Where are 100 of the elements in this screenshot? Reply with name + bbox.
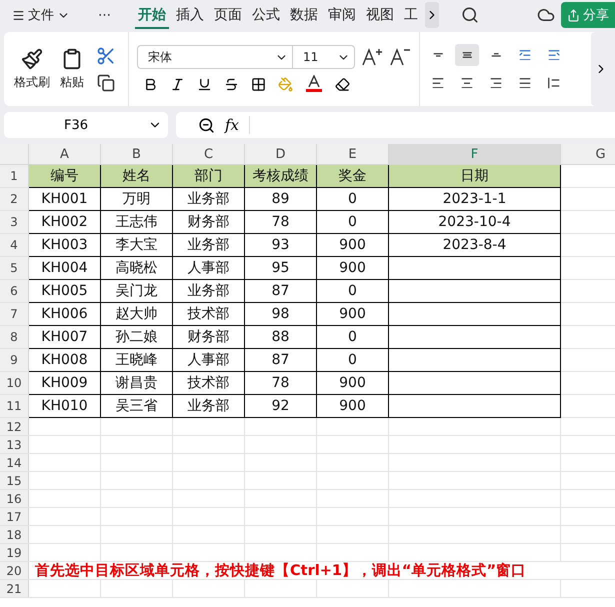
- paintbrush-icon: [21, 48, 43, 70]
- column-header[interactable]: D: [245, 144, 317, 164]
- formula-field[interactable]: fx: [176, 112, 615, 138]
- italic-icon[interactable]: [170, 76, 185, 92]
- header-cell: 编号: [29, 165, 101, 188]
- fill-color-icon[interactable]: [278, 76, 293, 92]
- row-number: 19: [0, 544, 29, 561]
- row-number: 7: [0, 303, 29, 325]
- strikethrough-icon[interactable]: [224, 76, 239, 92]
- bold-icon[interactable]: [143, 76, 158, 92]
- name-box[interactable]: F36: [4, 112, 168, 138]
- table-cell: 0: [317, 326, 389, 349]
- ribbon-tab[interactable]: 审阅: [325, 2, 359, 28]
- align-indent-icon: [548, 50, 560, 60]
- table-cell: 吴三省: [101, 395, 173, 418]
- header-cell: 考核成绩: [245, 165, 317, 188]
- table-cell: 技术部: [173, 372, 245, 395]
- table-cell: 900: [317, 234, 389, 257]
- table-cell: KH009: [29, 372, 101, 395]
- ribbon-tab[interactable]: 视图: [363, 2, 397, 28]
- table-cell: 业务部: [173, 280, 245, 303]
- table-cell: 78: [245, 372, 317, 395]
- table-cell: 0: [317, 211, 389, 234]
- table-cell: 王志伟: [101, 211, 173, 234]
- search-icon: [461, 6, 479, 24]
- row-number: 12: [0, 418, 29, 435]
- cloud-icon: [537, 6, 555, 24]
- table-cell: 2023-1-1: [389, 188, 561, 211]
- row-number: 8: [0, 326, 29, 348]
- font-color-icon[interactable]: [305, 75, 323, 93]
- row-number: 2: [0, 188, 29, 210]
- table-cell: 92: [245, 395, 317, 418]
- ribbon-tab[interactable]: 插入: [173, 2, 207, 28]
- row-number: 11: [0, 395, 29, 417]
- borders-icon[interactable]: [251, 76, 266, 92]
- table-cell: 高晓松: [101, 257, 173, 280]
- row-number: 9: [0, 349, 29, 371]
- scissors-icon: [96, 46, 116, 66]
- table-cell: 0: [317, 188, 389, 211]
- row-number: 1: [0, 165, 29, 187]
- column-header[interactable]: C: [173, 144, 245, 164]
- file-menu[interactable]: 文件: [8, 4, 74, 26]
- table-cell: KH003: [29, 234, 101, 257]
- align-left-icon: [432, 78, 444, 88]
- align-button[interactable]: [455, 44, 479, 66]
- table-cell: 900: [317, 395, 389, 418]
- copy-button[interactable]: [95, 72, 117, 94]
- table-cell: 人事部: [173, 257, 245, 280]
- ribbon-tab[interactable]: 工: [401, 2, 421, 28]
- fx-label: fx: [225, 116, 250, 134]
- column-header[interactable]: G: [561, 144, 615, 164]
- header-cell: 奖金: [317, 165, 389, 188]
- table-cell: 业务部: [173, 188, 245, 211]
- align-outdent-icon: [519, 50, 531, 60]
- ribbon-tab[interactable]: 页面: [211, 2, 245, 28]
- ribbon-tab[interactable]: 数据: [287, 2, 321, 28]
- table-cell: KH004: [29, 257, 101, 280]
- table-cell: KH006: [29, 303, 101, 326]
- table-cell: 业务部: [173, 395, 245, 418]
- table-cell: KH002: [29, 211, 101, 234]
- format-painter-button[interactable]: 格式刷: [12, 48, 52, 90]
- table-cell: 吴门龙: [101, 280, 173, 303]
- column-header[interactable]: F: [389, 144, 561, 164]
- eraser-icon[interactable]: [335, 76, 350, 92]
- header-cell: 部门: [173, 165, 245, 188]
- row-number: 21: [0, 580, 29, 597]
- underline-icon[interactable]: [197, 76, 212, 92]
- table-cell: 王晓峰: [101, 349, 173, 372]
- table-cell: 2023-8-4: [389, 234, 561, 257]
- copy-icon: [97, 74, 115, 92]
- more-menu[interactable]: ⋯: [94, 6, 115, 24]
- row-number: 5: [0, 257, 29, 279]
- table-cell: 财务部: [173, 211, 245, 234]
- column-header[interactable]: A: [29, 144, 101, 164]
- table-cell: 人事部: [173, 349, 245, 372]
- row-number: 17: [0, 508, 29, 525]
- row-number: 16: [0, 490, 29, 507]
- align-center-icon: [461, 78, 473, 88]
- share-icon: [567, 8, 580, 22]
- column-header[interactable]: B: [101, 144, 173, 164]
- row-number: 14: [0, 454, 29, 471]
- ribbon-tab[interactable]: 公式: [249, 2, 283, 28]
- share-button[interactable]: 分享: [561, 2, 615, 28]
- table-cell: 89: [245, 188, 317, 211]
- grow-font-icon: [361, 47, 383, 67]
- align-justify-icon: [519, 78, 531, 88]
- row-number: 3: [0, 211, 29, 233]
- shrink-font-icon: [389, 47, 411, 67]
- row-number: 4: [0, 234, 29, 256]
- table-cell: 900: [317, 372, 389, 395]
- table-cell: KH001: [29, 188, 101, 211]
- paste-button[interactable]: 粘贴: [58, 48, 86, 90]
- scroll-tabs-button[interactable]: [425, 2, 439, 28]
- table-cell: 87: [245, 280, 317, 303]
- ribbon-tab[interactable]: 开始: [135, 2, 169, 28]
- table-cell: 万明: [101, 188, 173, 211]
- row-number: 13: [0, 436, 29, 453]
- align-distribute-icon: [548, 77, 560, 89]
- table-cell: 95: [245, 257, 317, 280]
- table-cell: 0: [317, 280, 389, 303]
